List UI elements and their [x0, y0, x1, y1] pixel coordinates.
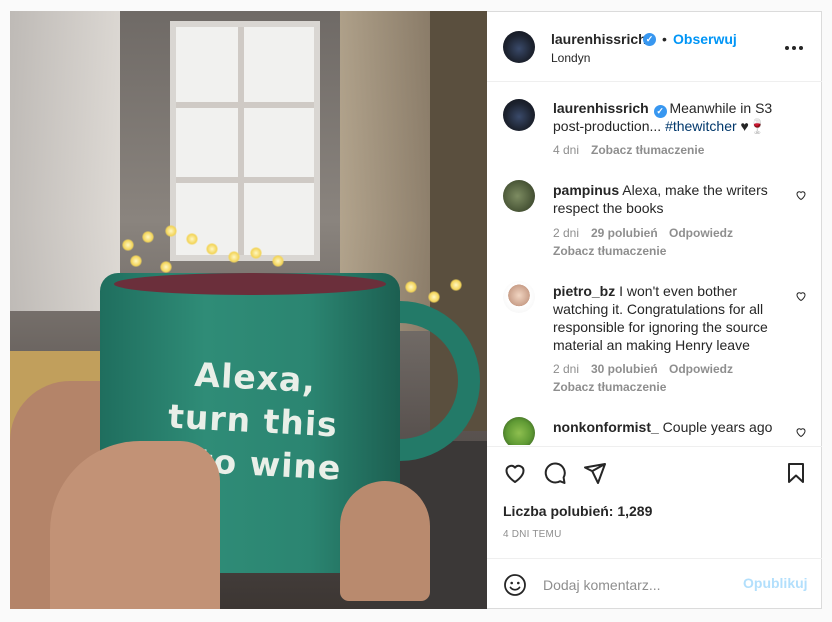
comment-age: 2 dni [553, 226, 580, 240]
comment-like-heart-icon[interactable] [795, 290, 807, 302]
comment-reply-link[interactable]: Odpowiedz [669, 362, 733, 376]
comment-age: 2 dni [553, 362, 580, 376]
photo-curtain-left [10, 11, 120, 311]
comment-translate-link[interactable]: Zobacz tłumaczenie [553, 380, 666, 394]
post-location[interactable]: Londyn [551, 51, 590, 65]
post-timestamp: 4 DNI TEMU [503, 529, 562, 540]
photo-window [170, 21, 320, 261]
share-paper-plane-icon[interactable] [583, 461, 607, 485]
follow-button[interactable]: Obserwuj [673, 31, 737, 47]
author-username[interactable]: laurenhissrich [551, 31, 647, 47]
mug-rim [114, 273, 386, 295]
post-header: laurenhissrich ✓ • Obserwuj Londyn [487, 12, 822, 82]
likes-count[interactable]: Liczba polubień: 1,289 [503, 503, 652, 519]
caption-username[interactable]: laurenhissrich [553, 100, 649, 116]
comment-username[interactable]: pampinus [553, 182, 619, 198]
comment-translate-link[interactable]: Zobacz tłumaczenie [553, 244, 666, 258]
comment-username[interactable]: nonkonformist_ [553, 419, 659, 435]
post-photo: Alexa, turn this into wine [10, 11, 487, 609]
comment-text: pietro_bz I won't even bother watching i… [553, 282, 778, 354]
caption-author-avatar[interactable] [503, 99, 535, 131]
comment-like-count[interactable]: 30 polubień [591, 362, 658, 376]
caption-age: 4 dni [553, 143, 580, 157]
caption-line2: post-production... [553, 118, 662, 134]
add-comment-bar: Opublikuj [487, 558, 822, 611]
comment-username[interactable]: pietro_bz [553, 283, 615, 299]
caption-translate-link[interactable]: Zobacz tłumaczenie [591, 143, 704, 157]
commenter-avatar[interactable] [503, 417, 535, 445]
comment-reply-link[interactable]: Odpowiedz [669, 226, 733, 240]
photo-thumb [340, 481, 430, 601]
caption-line1: Meanwhile in S3 [669, 100, 773, 116]
comment-line: watching it. Congratulations for all [553, 301, 764, 317]
header-separator: • [662, 31, 667, 47]
comment-like-heart-icon[interactable] [795, 189, 807, 201]
publish-comment-button[interactable]: Opublikuj [743, 575, 808, 591]
save-bookmark-icon[interactable] [784, 461, 808, 485]
verified-badge-icon: ✓ [643, 33, 656, 46]
comment-like-heart-icon[interactable] [795, 426, 807, 438]
emoji-smiley-icon[interactable] [503, 573, 527, 597]
comment-bubble-icon[interactable] [543, 461, 567, 485]
comment-input[interactable] [543, 575, 733, 595]
comment-line: I won't even bother [619, 283, 737, 299]
commenter-avatar[interactable] [503, 180, 535, 212]
comments-list[interactable]: laurenhissrich ✓ Meanwhile in S3 post-pr… [487, 83, 822, 445]
comment-text: nonkonformist_ Couple years ago [553, 418, 778, 436]
instagram-post-modal: Alexa, turn this into wine laurenhissric… [0, 0, 832, 622]
comment-like-count[interactable]: 29 polubień [591, 226, 658, 240]
comment-text: pampinus Alexa, make the writers respect… [553, 181, 778, 217]
comment-line: material an making Henry leave [553, 337, 750, 353]
like-heart-icon[interactable] [503, 461, 527, 485]
caption-text: laurenhissrich ✓ Meanwhile in S3 post-pr… [553, 99, 778, 135]
commenter-avatar[interactable] [503, 281, 535, 313]
comment-line: Couple years ago [662, 419, 773, 435]
verified-badge-icon: ✓ [653, 105, 667, 118]
post-actions: Liczba polubień: 1,289 4 DNI TEMU Opubli… [487, 446, 822, 610]
caption-hashtag[interactable]: #thewitcher [665, 118, 737, 134]
author-avatar[interactable] [503, 31, 535, 63]
post-side-panel: laurenhissrich ✓ • Obserwuj Londyn laure… [487, 11, 822, 609]
comment-line: responsible for ignoring the source [553, 319, 768, 335]
comment-line: Alexa, make the writers [622, 182, 768, 198]
more-options-icon[interactable] [784, 38, 804, 58]
caption-emoji: ♥🍷 [740, 118, 767, 134]
comment-line: respect the books [553, 200, 664, 216]
